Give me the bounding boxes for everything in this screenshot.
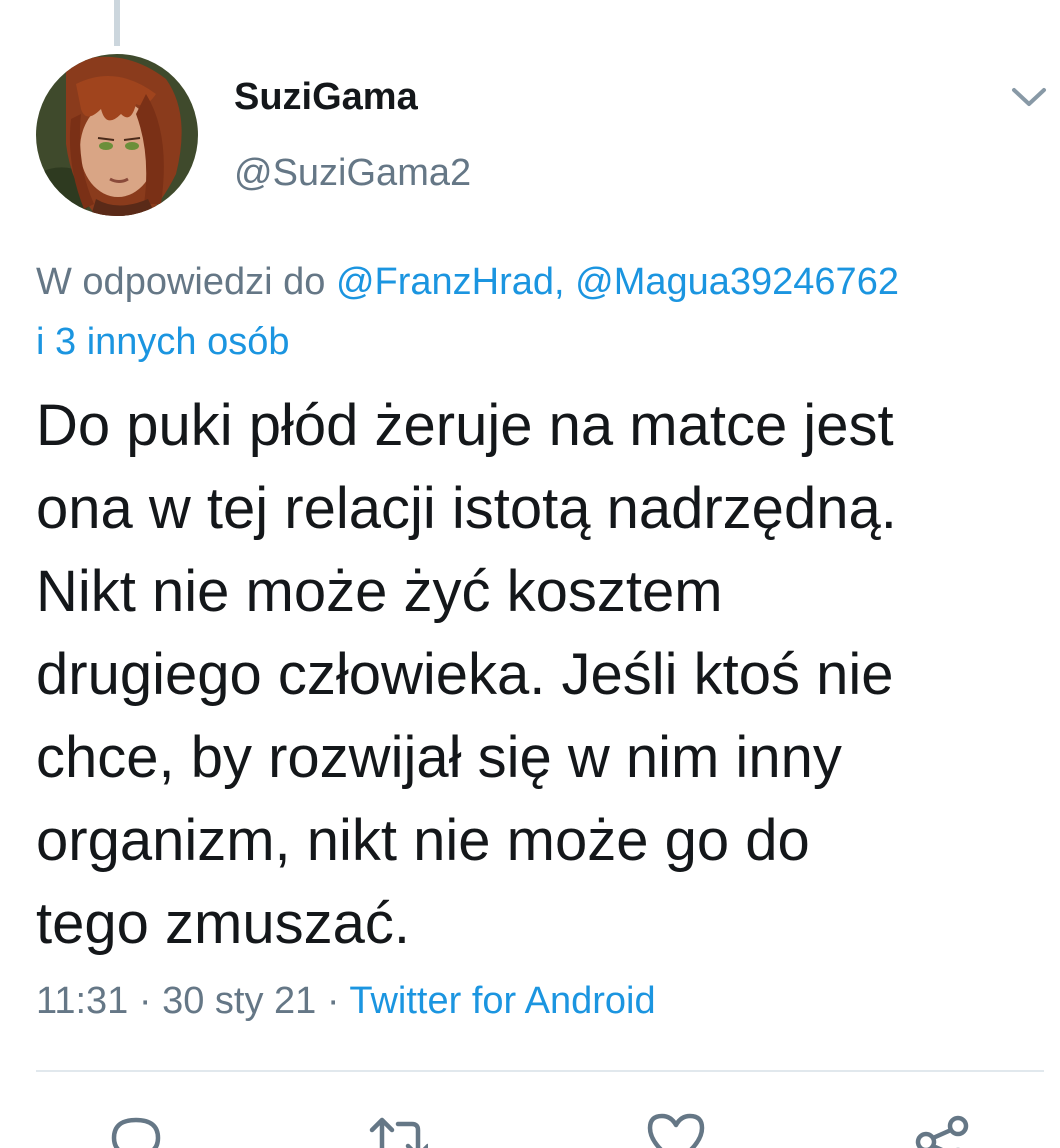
share-icon <box>915 1115 969 1148</box>
tweet-time: 11:31 <box>36 980 129 1022</box>
reply-others-link[interactable]: i 3 innych osób <box>36 321 290 363</box>
chevron-down-icon <box>1012 88 1046 106</box>
share-button[interactable] <box>912 1108 972 1148</box>
author-display-name[interactable]: SuziGama <box>234 76 418 119</box>
meta-separator: · <box>316 980 350 1022</box>
tweet-date: 30 sty 21 <box>162 980 317 1022</box>
reply-icon <box>111 1117 161 1148</box>
reply-context: W odpowiedzi do @FranzHrad, @Magua392467… <box>36 252 1046 372</box>
retweet-button[interactable] <box>368 1108 428 1148</box>
divider <box>36 1070 1044 1072</box>
reply-mentions-link[interactable]: @FranzHrad, @Magua39246762 <box>336 261 899 303</box>
thread-connector-line <box>114 0 120 46</box>
tweet-metadata: 11:31 · 30 sty 21 · Twitter for Android <box>36 980 656 1023</box>
retweet-icon <box>369 1117 428 1148</box>
reply-button[interactable] <box>106 1108 166 1148</box>
like-button[interactable] <box>646 1108 706 1148</box>
avatar-image <box>36 54 198 216</box>
heart-icon <box>647 1113 705 1148</box>
tweet-source-link[interactable]: Twitter for Android <box>349 980 655 1022</box>
reply-context-prefix: W odpowiedzi do <box>36 261 336 303</box>
avatar[interactable] <box>36 54 198 216</box>
meta-separator: · <box>128 980 163 1022</box>
author-handle[interactable]: @SuziGama2 <box>234 152 471 195</box>
tweet-text: Do puki płód żeruje na matce jest ona w … <box>36 393 897 956</box>
tweet-menu-button[interactable] <box>1008 82 1050 112</box>
